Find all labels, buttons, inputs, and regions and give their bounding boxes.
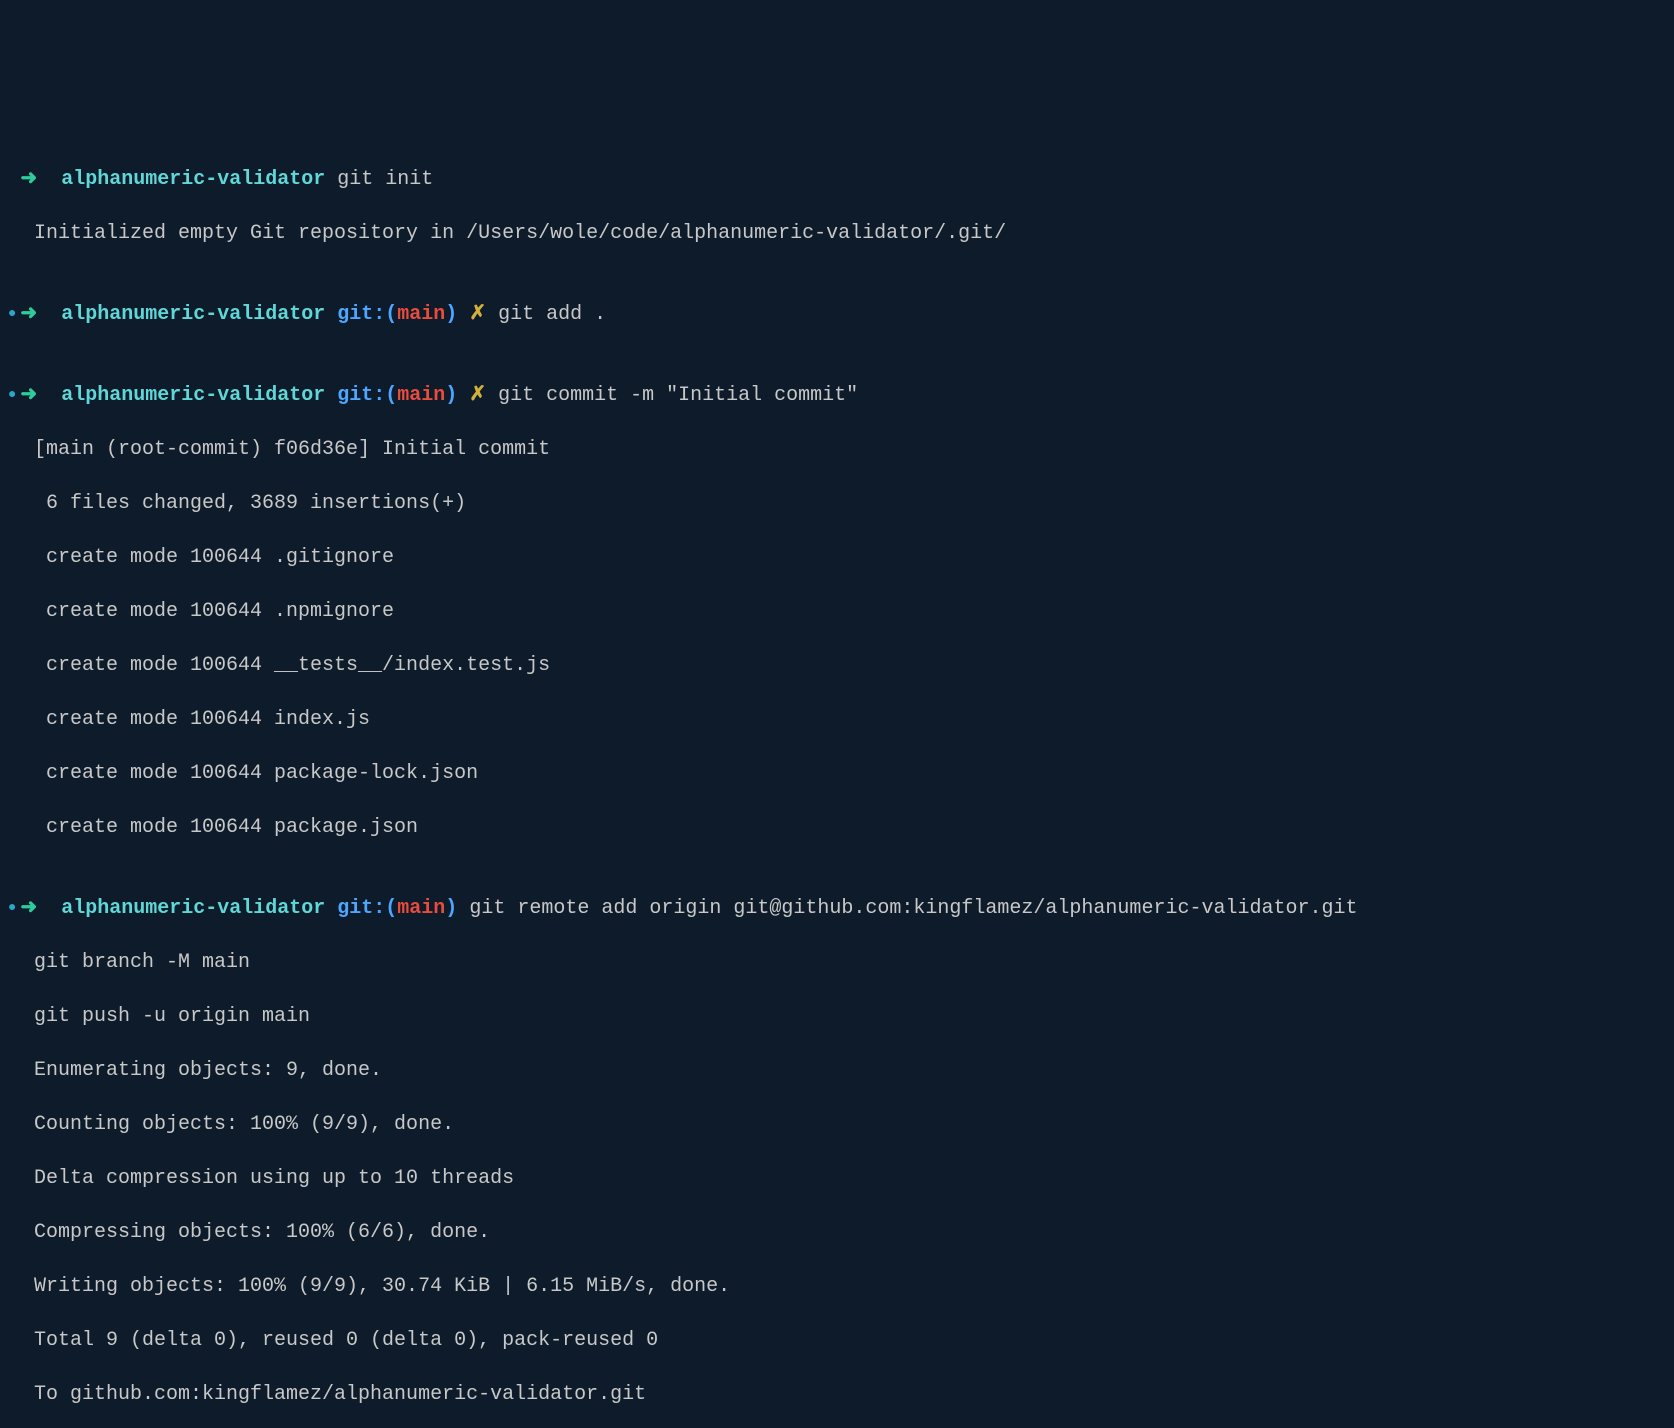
command-text: git init [337, 166, 433, 193]
output-line: Compressing objects: 100% (6/6), done. [8, 1219, 1666, 1246]
output-line: git push -u origin main [8, 1003, 1666, 1030]
command-text: git commit -m "Initial commit" [498, 382, 858, 409]
terminal-output[interactable]: ●➜ alphanumeric-validator git init Initi… [8, 112, 1666, 1428]
prompt-line: ●➜ alphanumeric-validator git:(main) git… [8, 895, 1666, 922]
status-bullet-icon: ● [8, 386, 16, 405]
prompt-arrow: ➜ [20, 166, 37, 193]
output-line: Initialized empty Git repository in /Use… [8, 220, 1666, 247]
dirty-mark-icon: ✗ [469, 382, 486, 409]
prompt-dir: alphanumeric-validator [61, 301, 325, 328]
output-line: git branch -M main [8, 949, 1666, 976]
output-line: 6 files changed, 3689 insertions(+) [8, 490, 1666, 517]
dirty-mark-icon: ✗ [469, 301, 486, 328]
prompt-dir: alphanumeric-validator [61, 895, 325, 922]
output-line: create mode 100644 .npmignore [8, 598, 1666, 625]
output-line: create mode 100644 index.js [8, 706, 1666, 733]
prompt-line: ●➜ alphanumeric-validator git:(main) ✗ g… [8, 382, 1666, 409]
paren-open: ( [385, 382, 397, 409]
prompt-line: ●➜ alphanumeric-validator git init [8, 166, 1666, 193]
git-label: git: [337, 382, 385, 409]
git-branch: main [397, 895, 445, 922]
output-line: Writing objects: 100% (9/9), 30.74 KiB |… [8, 1273, 1666, 1300]
command-text: git remote add origin git@github.com:kin… [469, 895, 1357, 922]
output-line: create mode 100644 __tests__/index.test.… [8, 652, 1666, 679]
paren-open: ( [385, 895, 397, 922]
git-branch: main [397, 301, 445, 328]
prompt-arrow: ➜ [20, 895, 37, 922]
prompt-arrow: ➜ [20, 301, 37, 328]
output-line: create mode 100644 package-lock.json [8, 760, 1666, 787]
output-line: create mode 100644 .gitignore [8, 544, 1666, 571]
prompt-line: ●➜ alphanumeric-validator git:(main) ✗ g… [8, 301, 1666, 328]
git-branch: main [397, 382, 445, 409]
output-line: create mode 100644 package.json [8, 814, 1666, 841]
output-line: Total 9 (delta 0), reused 0 (delta 0), p… [8, 1327, 1666, 1354]
prompt-dir: alphanumeric-validator [61, 382, 325, 409]
prompt-arrow: ➜ [20, 382, 37, 409]
paren-open: ( [385, 301, 397, 328]
output-line: [main (root-commit) f06d36e] Initial com… [8, 436, 1666, 463]
paren-close: ) [445, 895, 457, 922]
prompt-dir: alphanumeric-validator [61, 166, 325, 193]
status-bullet-icon: ● [8, 305, 16, 324]
output-line: Delta compression using up to 10 threads [8, 1165, 1666, 1192]
git-label: git: [337, 895, 385, 922]
git-label: git: [337, 301, 385, 328]
output-line: To github.com:kingflamez/alphanumeric-va… [8, 1381, 1666, 1408]
output-line: Counting objects: 100% (9/9), done. [8, 1111, 1666, 1138]
status-bullet-icon: ● [8, 899, 16, 918]
paren-close: ) [445, 382, 457, 409]
paren-close: ) [445, 301, 457, 328]
command-text: git add . [498, 301, 606, 328]
output-line: Enumerating objects: 9, done. [8, 1057, 1666, 1084]
